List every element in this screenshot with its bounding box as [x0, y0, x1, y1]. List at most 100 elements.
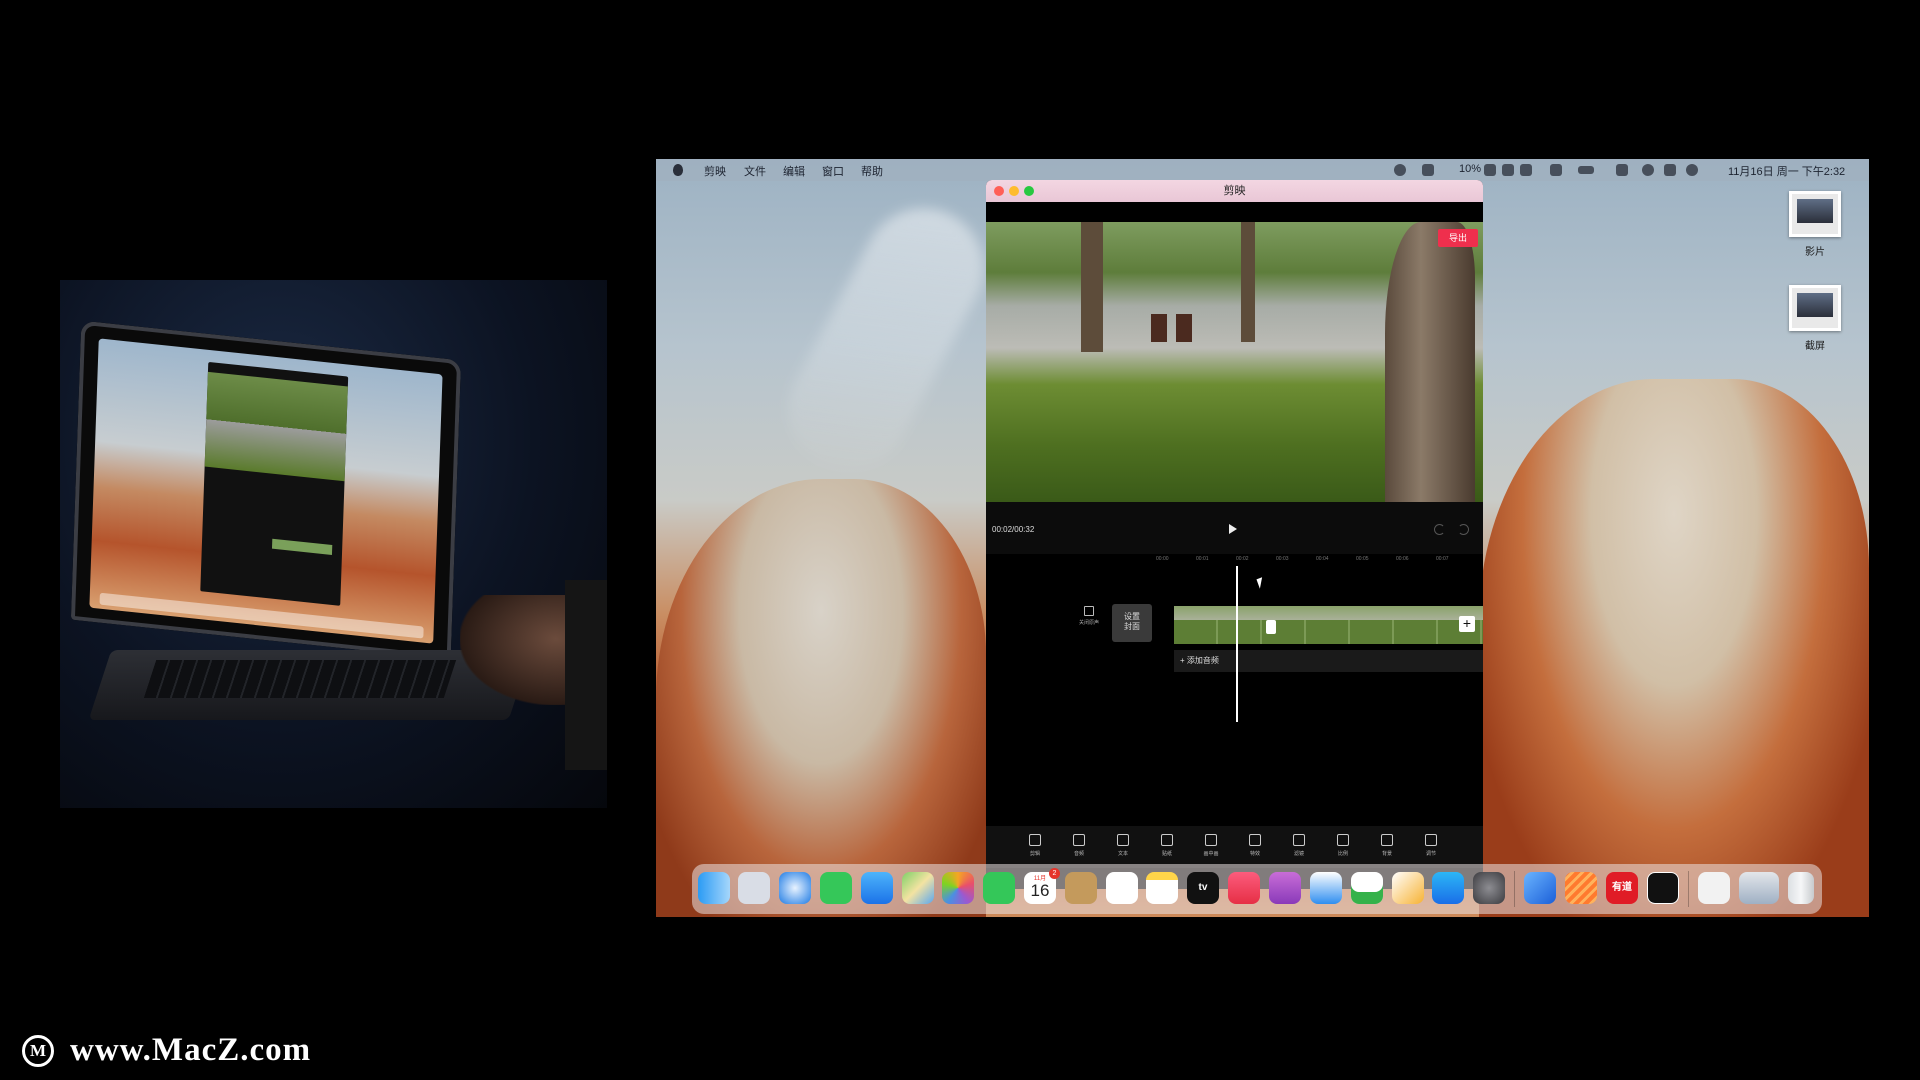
wifi-icon[interactable]: [1616, 164, 1628, 176]
mic-icon[interactable]: [1502, 164, 1514, 176]
screenshot-file-icon: [1789, 285, 1841, 331]
launchpad-icon[interactable]: [738, 872, 770, 904]
export-button[interactable]: 导出: [1438, 229, 1478, 247]
transition-marker[interactable]: [1266, 620, 1276, 634]
notes-icon[interactable]: [1146, 872, 1178, 904]
youdao-icon[interactable]: 有道: [1606, 872, 1638, 904]
wechat-icon[interactable]: [1422, 164, 1434, 176]
dock: 11月 16 2 tv 有道: [692, 864, 1822, 914]
keynote-icon[interactable]: [1310, 872, 1342, 904]
laptop-keyboard: [143, 660, 457, 698]
menu-edit[interactable]: 编辑: [783, 163, 805, 179]
sticker-icon: [1161, 834, 1173, 846]
menu-help[interactable]: 帮助: [861, 163, 883, 179]
desktop-item-screenshot[interactable]: 截屏: [1788, 285, 1842, 352]
music-file-icon[interactable]: [1698, 872, 1730, 904]
sleeve: [565, 580, 607, 770]
undo-icon[interactable]: [1434, 524, 1445, 535]
ruler-tick: 00:02: [1236, 556, 1249, 562]
desktop-item-movie[interactable]: 影片: [1788, 191, 1842, 258]
tool-adjust[interactable]: 调节: [1416, 834, 1446, 857]
photos-icon[interactable]: [942, 872, 974, 904]
tool-sticker[interactable]: 贴纸: [1152, 834, 1182, 857]
tool-text[interactable]: 文本: [1108, 834, 1138, 857]
play-icon[interactable]: [1229, 524, 1237, 534]
laptop-dock: [99, 592, 424, 639]
record-icon[interactable]: [1394, 164, 1406, 176]
tool-label: 滤镜: [1293, 851, 1304, 857]
timeline[interactable]: 关闭原声 设置 封面 + + 添加音频: [986, 566, 1483, 826]
apple-menu-icon[interactable]: [673, 164, 683, 176]
tool-ratio[interactable]: 比例: [1328, 834, 1358, 857]
redo-icon[interactable]: [1458, 524, 1469, 535]
tool-edit[interactable]: 剪辑: [1020, 834, 1050, 857]
numbers-icon[interactable]: [1351, 872, 1383, 904]
screenshot-stack-icon[interactable]: [1739, 872, 1779, 904]
mute-original-audio-button[interactable]: 关闭原声: [1074, 606, 1104, 626]
tree: [1081, 222, 1103, 352]
ruler-tick: 00:07: [1436, 556, 1449, 562]
facetime-icon[interactable]: [983, 872, 1015, 904]
tool-label: 文本: [1117, 851, 1128, 857]
ruler-tick: 00:05: [1356, 556, 1369, 562]
add-audio-track[interactable]: + 添加音频: [1174, 650, 1483, 672]
tv-label: tv: [1198, 882, 1208, 893]
safari-icon[interactable]: [779, 872, 811, 904]
cover-label: 设置: [1124, 612, 1140, 621]
capcut-icon[interactable]: [1647, 872, 1679, 904]
mail-icon[interactable]: [861, 872, 893, 904]
tool-background[interactable]: 背景: [1372, 834, 1402, 857]
menu-window[interactable]: 窗口: [822, 163, 844, 179]
tool-audio[interactable]: 音频: [1064, 834, 1094, 857]
app-store-icon[interactable]: [1432, 872, 1464, 904]
close-button[interactable]: [994, 186, 1004, 196]
input-method-icon[interactable]: [1520, 164, 1532, 176]
reminders-icon[interactable]: [1106, 872, 1138, 904]
xcode-icon[interactable]: [1524, 872, 1556, 904]
laptop: [70, 320, 462, 660]
menu-file[interactable]: 文件: [744, 163, 766, 179]
finder-icon[interactable]: [698, 872, 730, 904]
control-center-icon[interactable]: [1664, 164, 1676, 176]
mac-desktop: 剪映 文件 编辑 窗口 帮助 10% 11月16日 周一 下午2:32 影片 截…: [656, 159, 1869, 917]
capcut-window: 剪映 导出 00:02/00:32 00:00 00:01 00:02 00:0…: [986, 180, 1483, 889]
maps-icon[interactable]: [902, 872, 934, 904]
tool-pip[interactable]: 画中画: [1196, 834, 1226, 857]
tool-label: 调节: [1425, 851, 1436, 857]
trash-icon[interactable]: [1788, 872, 1814, 904]
playhead[interactable]: [1236, 566, 1238, 722]
sublime-icon[interactable]: [1565, 872, 1597, 904]
pages-icon[interactable]: [1392, 872, 1424, 904]
siri-icon[interactable]: [1686, 164, 1698, 176]
filter-icon: [1293, 834, 1305, 846]
tool-label: 音频: [1073, 851, 1084, 857]
laptop-timeline-track: [271, 538, 333, 555]
calendar-badge: 2: [1049, 868, 1060, 879]
minimize-button[interactable]: [1009, 186, 1019, 196]
contacts-icon[interactable]: [1065, 872, 1097, 904]
search-icon[interactable]: [1642, 164, 1654, 176]
time-ruler[interactable]: 00:00 00:01 00:02 00:03 00:04 00:05 00:0…: [1156, 554, 1483, 566]
podcasts-icon[interactable]: [1269, 872, 1301, 904]
calendar-icon[interactable]: 11月 16 2: [1024, 868, 1060, 904]
macz-logo-icon: [22, 1035, 54, 1067]
music-note-icon: [1073, 834, 1085, 846]
video-clip-track[interactable]: [1174, 606, 1483, 644]
battery-icon[interactable]: [1578, 166, 1594, 174]
music-icon[interactable]: [1228, 872, 1260, 904]
menu-app[interactable]: 剪映: [704, 163, 726, 179]
tool-filter[interactable]: 滤镜: [1284, 834, 1314, 857]
clock[interactable]: 11月16日 周一 下午2:32: [1728, 163, 1845, 179]
tool-effects[interactable]: 特效: [1240, 834, 1270, 857]
add-clip-button[interactable]: +: [1459, 616, 1475, 632]
app-status-icon[interactable]: [1550, 164, 1562, 176]
system-preferences-icon[interactable]: [1473, 872, 1505, 904]
set-cover-button[interactable]: 设置 封面: [1112, 604, 1152, 642]
status-icon-a[interactable]: [1484, 164, 1496, 176]
timecode: 00:02/00:32: [992, 525, 1035, 534]
tv-icon[interactable]: tv: [1187, 872, 1219, 904]
sky-cloud: [767, 187, 1005, 491]
zoom-button[interactable]: [1024, 186, 1034, 196]
video-preview[interactable]: 导出: [986, 222, 1483, 502]
messages-icon[interactable]: [820, 872, 852, 904]
